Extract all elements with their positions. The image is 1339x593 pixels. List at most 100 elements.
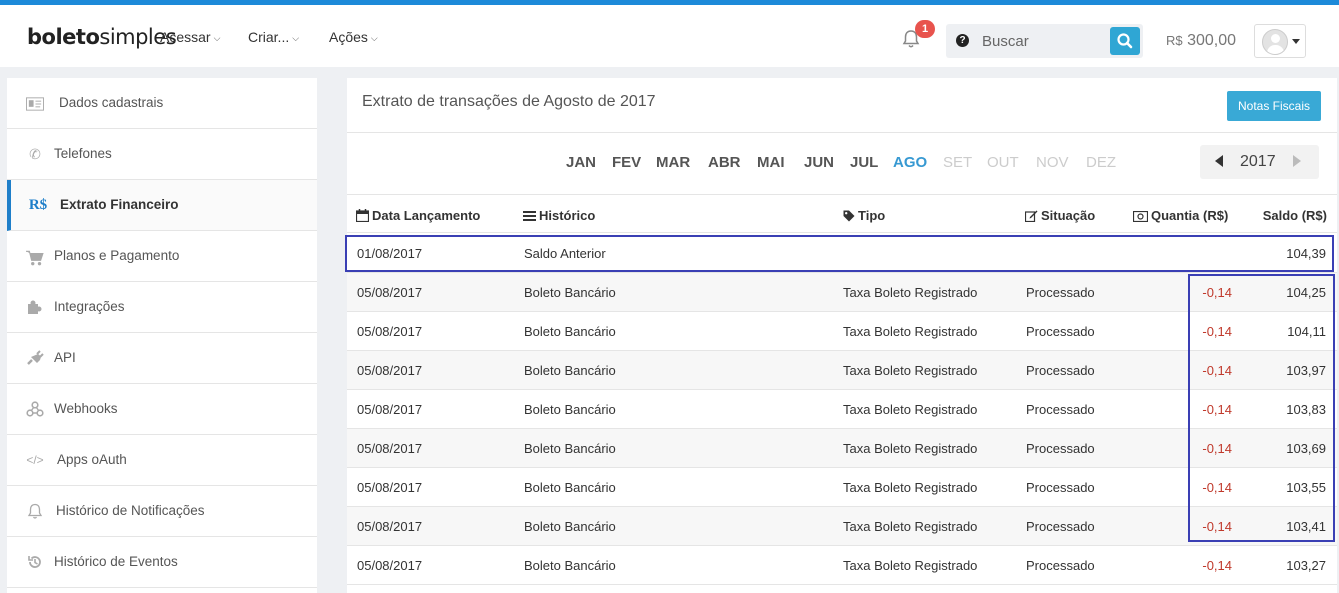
- col-header-date[interactable]: Data Lançamento: [355, 208, 480, 223]
- sidebar-item-webhooks[interactable]: Webhooks: [7, 384, 317, 435]
- sidebar-item-historico-eventos[interactable]: Histórico de Eventos: [7, 537, 317, 588]
- caret-down-icon: [1292, 39, 1300, 44]
- sidebar-item-historico-notificacoes[interactable]: Histórico de Notificações: [7, 486, 317, 537]
- tag-icon: [843, 210, 855, 222]
- sidebar-item-extrato-financeiro[interactable]: R$ Extrato Financeiro: [7, 180, 317, 231]
- logo[interactable]: boletosimples: [27, 25, 177, 49]
- sidebar-item-integracoes[interactable]: Integrações: [7, 282, 317, 333]
- month-abr[interactable]: ABR: [708, 154, 741, 171]
- chevron-right-icon[interactable]: [1293, 155, 1301, 167]
- month-fev[interactable]: FEV: [612, 154, 641, 171]
- search-icon: [1117, 33, 1133, 49]
- nav-criar[interactable]: Criar... ⌵: [248, 29, 299, 45]
- cart-icon: [26, 250, 44, 266]
- cell-balance: 104,25: [1286, 285, 1326, 300]
- sidebar-item-api[interactable]: API: [7, 333, 317, 384]
- search-input[interactable]: [982, 30, 1102, 52]
- cell-balance: 103,55: [1286, 480, 1326, 495]
- sidebar-item-apps-oauth[interactable]: </> Apps oAuth: [7, 435, 317, 486]
- cell-history: Boleto Bancário: [524, 402, 616, 417]
- nav-acessar[interactable]: Acessar ⌵: [160, 29, 220, 45]
- cell-date: 05/08/2017: [357, 363, 423, 378]
- month-out: OUT: [987, 154, 1019, 171]
- search-button[interactable]: [1110, 27, 1140, 55]
- notification-badge[interactable]: 1: [915, 20, 935, 38]
- cell-type: Taxa Boleto Registrado: [843, 324, 978, 339]
- cell-amount: -0,14: [1202, 324, 1232, 339]
- cell-amount: -0,14: [1202, 285, 1232, 300]
- top-navbar: boletosimples Acessar ⌵ Criar... ⌵ Ações ⌵ …: [0, 0, 1339, 67]
- col-header-amount[interactable]: Quantia (R$): [1132, 208, 1228, 223]
- cell-date: 05/08/2017: [357, 519, 423, 534]
- col-header-balance[interactable]: Saldo (R$): [1241, 208, 1327, 223]
- help-icon[interactable]: ?: [956, 34, 969, 47]
- cell-status: Processado: [1026, 519, 1095, 534]
- table-row[interactable]: 05/08/2017 Boleto Bancário Taxa Boleto Reg…: [347, 312, 1337, 351]
- table-row[interactable]: 05/08/2017 Boleto Bancário Taxa Boleto Reg…: [347, 390, 1337, 429]
- nav-acoes[interactable]: Ações ⌵: [329, 29, 378, 45]
- cell-history: Boleto Bancário: [524, 480, 616, 495]
- cell-amount: -0,14: [1202, 441, 1232, 456]
- cell-status: Processado: [1026, 285, 1095, 300]
- cell-type: Taxa Boleto Registrado: [843, 285, 978, 300]
- chevron-down-icon: ⌵: [292, 33, 300, 43]
- cell-date: 05/08/2017: [357, 441, 423, 456]
- month-mai[interactable]: MAI: [757, 154, 785, 171]
- cell-status: Processado: [1026, 441, 1095, 456]
- cell-history: Boleto Bancário: [524, 324, 616, 339]
- table-row[interactable]: 05/08/2017 Boleto Bancário Taxa Boleto Reg…: [347, 273, 1337, 312]
- year-label: 2017: [1240, 153, 1276, 170]
- year-selector: 2017: [1200, 145, 1319, 179]
- main-panel: Extrato de transações de Agosto de 2017 …: [345, 78, 1337, 593]
- table-row[interactable]: 05/08/2017 Boleto Bancário Taxa Boleto Reg…: [347, 468, 1337, 507]
- cell-balance: 103,83: [1286, 402, 1326, 417]
- table-row[interactable]: 05/08/2017 Boleto Bancário Taxa Boleto Reg…: [347, 351, 1337, 390]
- cell-date: 05/08/2017: [357, 480, 423, 495]
- cell-status: Processado: [1026, 402, 1095, 417]
- month-ago[interactable]: AGO: [893, 154, 927, 171]
- cell-balance: 103,69: [1286, 441, 1326, 456]
- col-header-type[interactable]: Tipo: [843, 208, 885, 223]
- sidebar-item-telefones[interactable]: ✆ Telefones: [7, 129, 317, 180]
- puzzle-icon: [28, 300, 42, 314]
- divider: [347, 132, 1337, 133]
- user-menu[interactable]: [1254, 24, 1306, 58]
- month-nov: NOV: [1036, 154, 1069, 171]
- cell-balance: 104,39: [1286, 246, 1326, 261]
- cell-status: Processado: [1026, 558, 1095, 573]
- cell-type: Taxa Boleto Registrado: [843, 558, 978, 573]
- sidebar: Dados cadastrais ✆ Telefones R$ Extrato …: [7, 78, 317, 593]
- cell-balance: 103,97: [1286, 363, 1326, 378]
- cell-history: Boleto Bancário: [524, 285, 616, 300]
- cell-amount: -0,14: [1202, 402, 1232, 417]
- cell-type: Taxa Boleto Registrado: [843, 519, 978, 534]
- edit-icon: [1024, 210, 1038, 223]
- sidebar-item-dados-cadastrais[interactable]: Dados cadastrais: [7, 78, 317, 129]
- notas-fiscais-button[interactable]: Notas Fiscais: [1227, 91, 1321, 121]
- webhook-icon: [26, 401, 44, 417]
- month-jan[interactable]: JAN: [566, 154, 596, 171]
- chevron-down-icon: ⌵: [213, 33, 221, 43]
- divider: [347, 232, 1337, 233]
- col-header-status[interactable]: Situação: [1024, 208, 1095, 223]
- cell-amount: -0,14: [1202, 363, 1232, 378]
- plug-icon: [27, 350, 44, 365]
- divider: [347, 194, 1337, 195]
- table-row[interactable]: 05/08/2017 Boleto Bancário Taxa Boleto Reg…: [347, 429, 1337, 468]
- month-jul[interactable]: JUL: [850, 154, 878, 171]
- cell-balance: 103,27: [1286, 558, 1326, 573]
- calendar-icon: [355, 209, 370, 223]
- sidebar-item-planos-pagamento[interactable]: Planos e Pagamento: [7, 231, 317, 282]
- month-jun[interactable]: JUN: [804, 154, 834, 171]
- table-row[interactable]: 01/08/2017 Saldo Anterior 104,39: [347, 234, 1337, 273]
- table-row[interactable]: 05/08/2017 Boleto Bancário Taxa Boleto Reg…: [347, 546, 1337, 585]
- page-title: Extrato de transações de Agosto de 2017: [362, 93, 656, 110]
- chevron-left-icon[interactable]: [1215, 155, 1223, 167]
- cell-amount: -0,14: [1202, 558, 1232, 573]
- table-row[interactable]: 05/08/2017 Boleto Bancário Taxa Boleto Reg…: [347, 507, 1337, 546]
- month-set: SET: [943, 154, 973, 171]
- col-header-history[interactable]: Histórico: [523, 208, 595, 223]
- month-dez: DEZ: [1086, 154, 1116, 171]
- cell-date: 05/08/2017: [357, 285, 423, 300]
- month-mar[interactable]: MAR: [656, 154, 690, 171]
